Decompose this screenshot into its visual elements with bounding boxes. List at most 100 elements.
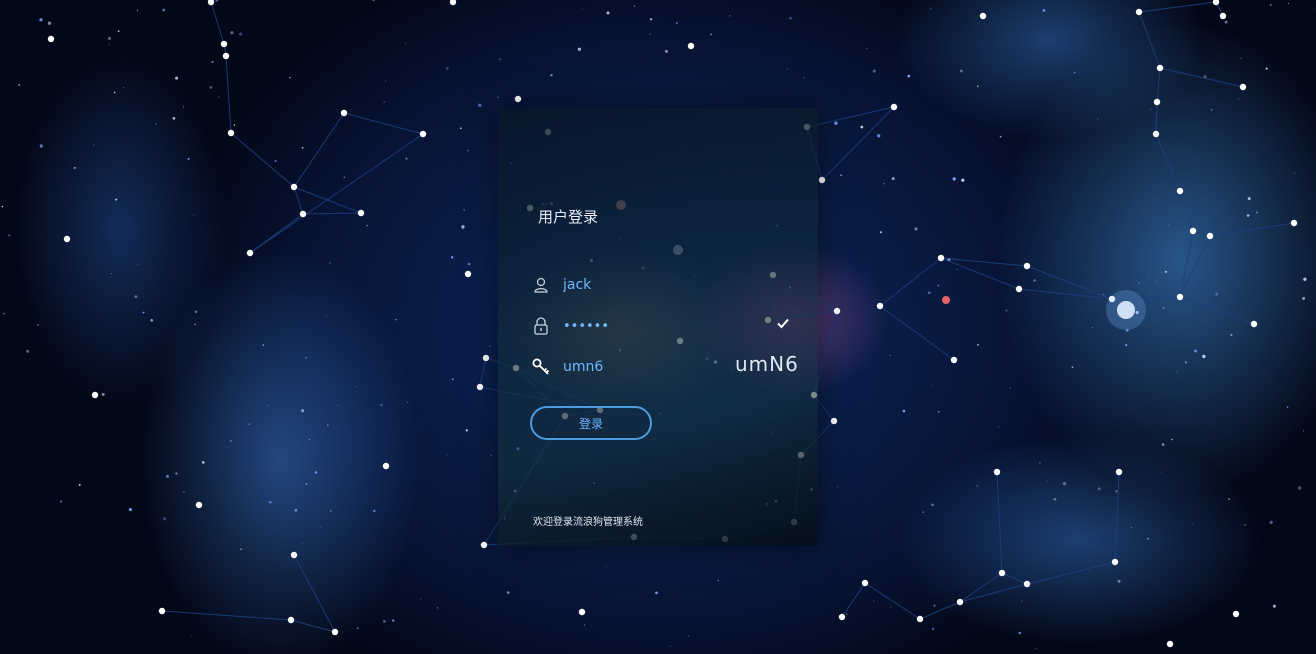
background-star [451,256,454,259]
constellation-line [290,619,336,633]
background-star [301,409,305,413]
background-star [384,80,387,82]
background-star [128,507,132,512]
background-star [687,635,690,637]
background-star [1042,9,1046,12]
background-star [1091,326,1094,328]
background-star [289,76,291,79]
background-star [1125,344,1128,347]
login-title: 用户登录 [538,208,599,226]
password-field[interactable]: •••••• [532,313,802,339]
constellation-line [1159,67,1244,88]
username-field[interactable] [532,272,802,298]
background-star [803,77,805,79]
background-star [462,228,464,230]
background-star [786,68,788,70]
background-star [436,606,439,609]
background-star [1302,430,1305,432]
constellation-node [916,615,924,623]
password-input[interactable]: •••••• [563,319,609,334]
constellation-line [959,572,1003,603]
background-star [305,483,308,485]
background-star [337,404,339,406]
background-star [1171,438,1174,441]
background-star [373,509,376,513]
constellation-node [1189,227,1197,235]
background-star [1161,443,1165,446]
constellation-node [91,391,99,399]
constellation-line [293,554,336,633]
username-input[interactable] [563,277,713,293]
background-star [407,402,409,403]
captcha-image[interactable]: umN6 [735,352,799,376]
background-star [873,600,875,602]
background-star [218,96,220,98]
background-star [162,8,166,12]
constellation-node [890,103,898,111]
constellation-line [1026,561,1116,585]
background-star [201,461,205,464]
background-star [977,85,979,87]
background-star [890,607,892,609]
constellation-node [1023,262,1031,270]
background-star [405,157,408,160]
background-star [459,127,462,130]
background-star [1138,282,1140,284]
background-star [834,121,838,125]
constellation-line [1179,296,1255,325]
constellation-node [578,608,586,616]
constellation-node [1023,580,1031,588]
background-star [605,565,607,567]
background-star [891,177,895,181]
constellation-node [979,12,987,20]
background-star [26,349,30,353]
captcha-input[interactable] [563,359,713,375]
background-star [1265,67,1268,70]
background-star [902,409,906,413]
background-star [1256,211,1258,214]
background-star [134,295,138,298]
background-star [1117,579,1121,583]
background-star [301,542,304,544]
background-star [163,517,167,521]
background-star [183,490,185,493]
constellation-line [293,186,304,215]
background-star [883,183,885,185]
background-star [478,103,482,107]
background-star [1160,471,1162,473]
background-star [150,318,153,322]
constellation-line [479,357,487,388]
constellation-node [482,354,490,362]
constellation-node [1176,187,1184,195]
constellation-node [950,356,958,364]
constellation-node [47,35,55,43]
constellation-node [246,249,254,257]
login-button[interactable]: 登录 [530,406,652,440]
background-star [73,166,76,169]
background-star [240,548,242,550]
background-star [1150,108,1151,110]
background-star [649,18,653,21]
background-star [550,74,553,77]
background-star [172,116,176,120]
background-star [392,619,395,622]
background-star [18,84,21,86]
constellation-node [998,569,1006,577]
constellation-line [1114,471,1120,563]
background-star [581,8,583,10]
background-star [490,454,493,457]
background-star [209,85,213,89]
background-star [191,635,193,637]
background-star [320,526,322,528]
constellation-line [1179,230,1194,298]
background-star [108,44,110,46]
background-star [1097,118,1099,120]
background-star [1021,600,1023,602]
background-star [230,31,234,35]
background-star [356,386,357,387]
background-star [137,264,139,266]
background-star [1039,462,1041,464]
constellation-node [1176,293,1184,301]
background-star [929,8,932,10]
constellation-node [687,42,695,50]
